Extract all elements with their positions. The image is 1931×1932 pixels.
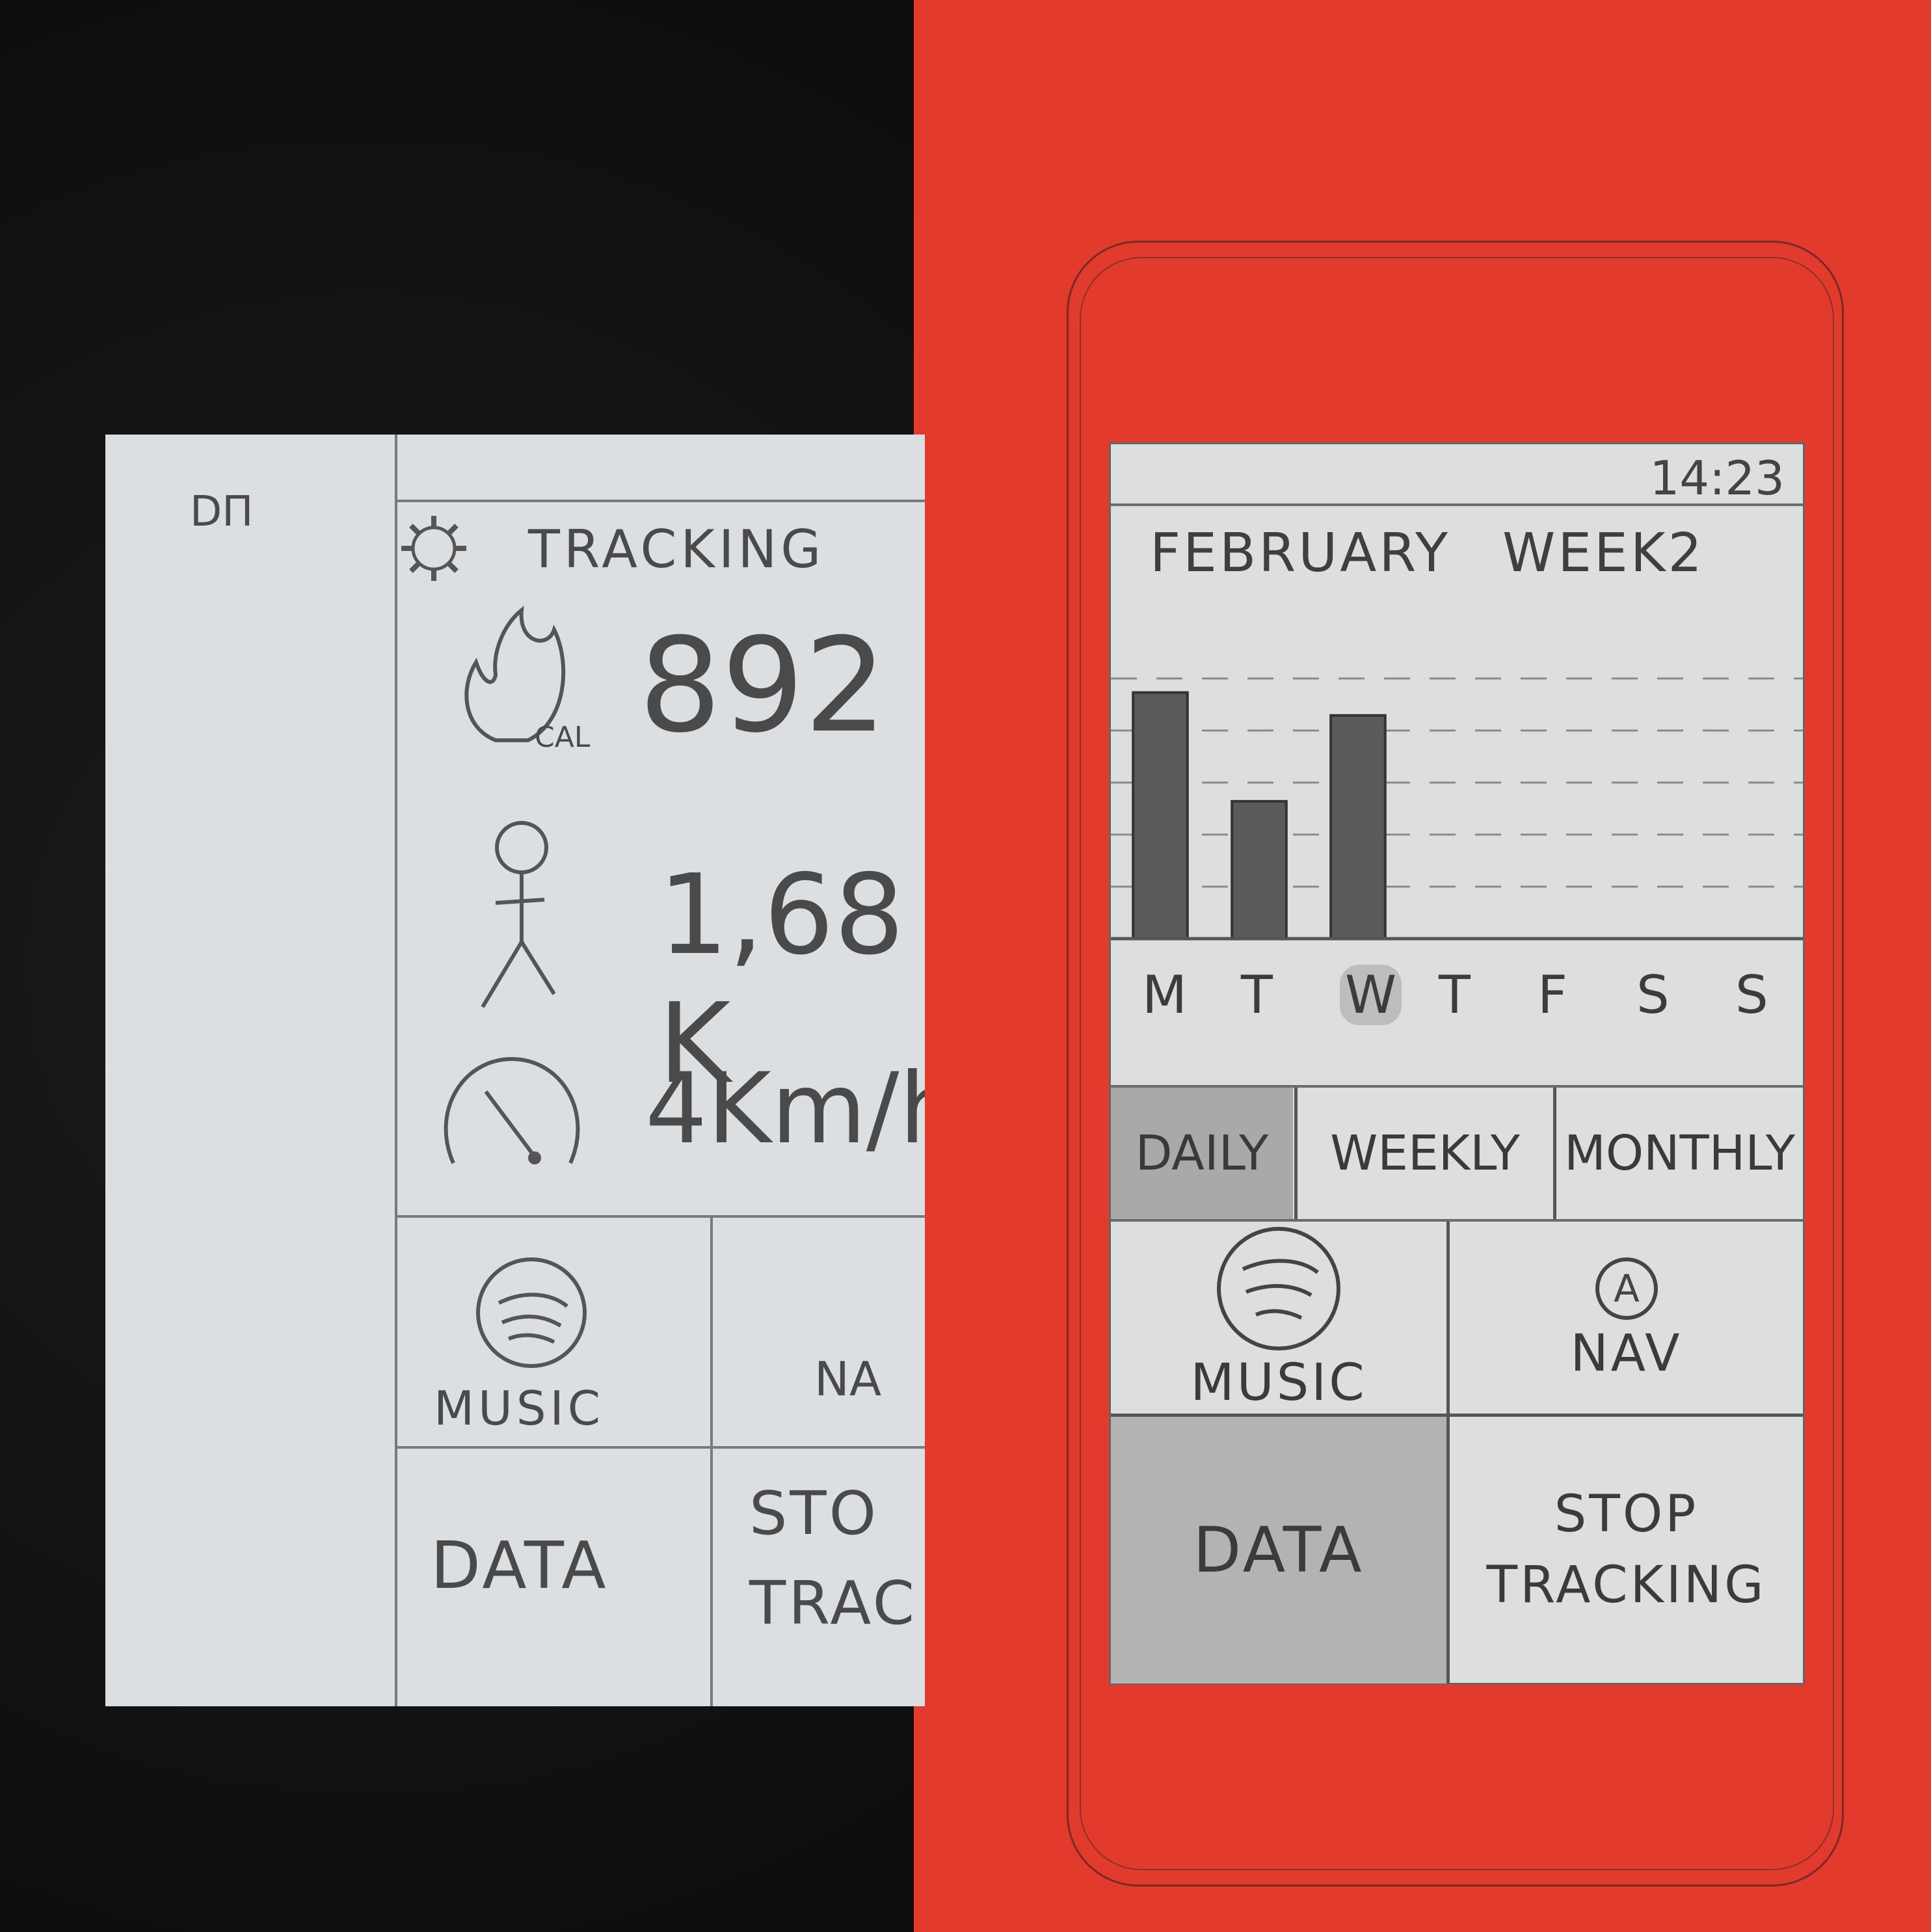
sketch-header-line — [395, 500, 925, 502]
chart-month: FEBRUARY — [1150, 522, 1451, 584]
tab-monthly[interactable]: MONTHLY — [1556, 1088, 1803, 1219]
phone-screen: 14:23 FEBRUARY WEEK2 MTWTFSS DAILY WEEKLY… — [1109, 442, 1805, 1685]
chart-bar — [1329, 714, 1387, 941]
speed-value: 4Km/h — [645, 1053, 925, 1166]
chart-day-label[interactable]: S — [1735, 965, 1768, 1025]
chart-bar — [1132, 691, 1189, 940]
calorie-unit: CAL — [535, 721, 591, 754]
stop-label-line2: TRACKING — [1486, 1556, 1766, 1615]
chart-title: FEBRUARY WEEK2 — [1150, 522, 1705, 584]
calorie-value: 892 — [639, 610, 887, 762]
previous-sketch-paper: DП TRACKING CAL 892 1,68 K 4Km/ MUSIC NA… — [105, 435, 925, 1706]
sketch-nav-label: NA — [814, 1352, 882, 1406]
sketch-header-title: TRACKING — [528, 519, 825, 580]
nav-icon-letter: A — [1614, 1267, 1640, 1311]
period-tab-strip: DAILY WEEKLY MONTHLY — [1111, 1085, 1803, 1222]
navigation-icon: A — [1595, 1257, 1658, 1320]
chart-day-label[interactable]: M — [1142, 965, 1187, 1025]
sketch-grid-divider — [710, 1215, 713, 1706]
music-icon — [1217, 1226, 1340, 1350]
status-bar: 14:23 — [1111, 444, 1803, 506]
walker-icon — [481, 821, 556, 1008]
chart-bars — [1132, 691, 1387, 941]
grid-vertical-divider — [1446, 1222, 1450, 1684]
data-label: DATA — [1193, 1514, 1365, 1587]
sketch-music-label: MUSIC — [434, 1381, 605, 1436]
weekly-bar-chart — [1111, 677, 1803, 941]
chart-bar — [1231, 799, 1288, 940]
gear-icon — [401, 516, 466, 581]
grid-horizontal-divider — [1111, 1414, 1803, 1417]
sketch-data-label: DATA — [431, 1527, 609, 1603]
sketch-grid-top — [395, 1215, 925, 1218]
music-icon — [476, 1257, 587, 1368]
music-label: MUSIC — [1190, 1353, 1367, 1412]
chart-gridlines — [1111, 677, 1803, 888]
nav-label: NAV — [1570, 1324, 1683, 1383]
chart-day-label[interactable]: T — [1439, 965, 1471, 1025]
chart-day-label[interactable]: F — [1538, 965, 1567, 1025]
sketch-grid-middle — [395, 1446, 925, 1449]
status-clock: 14:23 — [1649, 451, 1785, 505]
tab-weekly[interactable]: WEEKLY — [1298, 1088, 1552, 1219]
chart-x-axis: MTWTFSS — [1111, 965, 1803, 1036]
tab-daily[interactable]: DAILY — [1111, 1088, 1293, 1219]
stop-tracking-button[interactable]: STOP TRACKING — [1450, 1417, 1803, 1684]
music-button[interactable]: MUSIC — [1111, 1222, 1446, 1414]
chart-week: WEEK2 — [1502, 522, 1705, 584]
sketch-stop-label: STO TRAC — [749, 1479, 917, 1638]
action-grid: MUSIC A NAV DATA STOP TRACKING — [1111, 1222, 1803, 1684]
data-button[interactable]: DATA — [1111, 1417, 1446, 1684]
photo-stage: DП TRACKING CAL 892 1,68 K 4Km/ MUSIC NA… — [0, 0, 1931, 1932]
chart-day-label[interactable]: T — [1241, 965, 1273, 1025]
sketch-divider — [395, 435, 397, 1706]
chart-day-label[interactable]: S — [1636, 965, 1670, 1025]
corner-mark: DП — [190, 488, 254, 536]
nav-button[interactable]: A NAV — [1450, 1222, 1803, 1414]
speedometer-icon — [444, 1056, 580, 1164]
stop-label-line1: STOP — [1554, 1484, 1699, 1544]
chart-day-label[interactable]: W — [1340, 965, 1402, 1025]
